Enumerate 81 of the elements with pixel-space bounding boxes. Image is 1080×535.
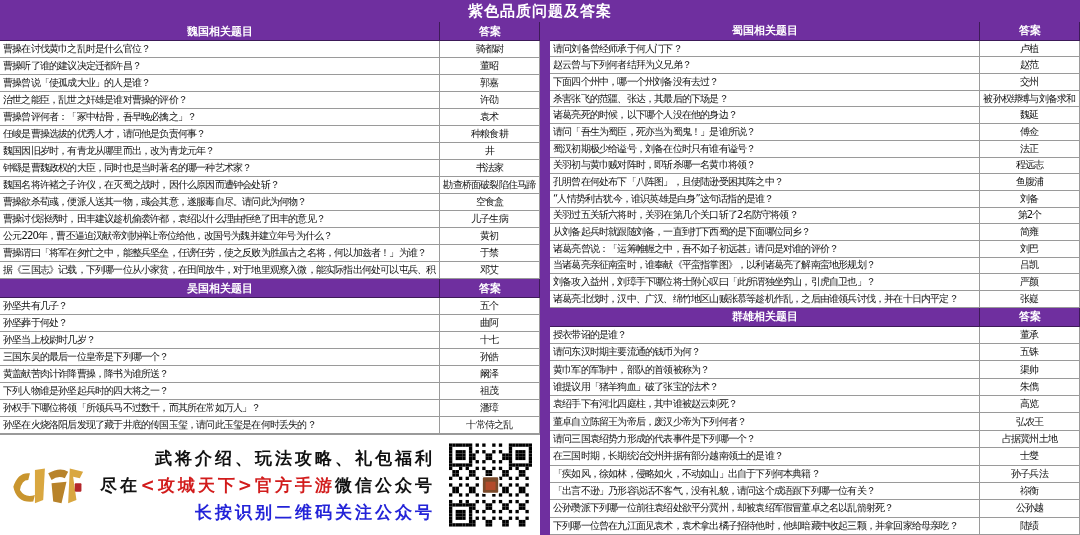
answer-cell: 赵范 <box>980 57 1080 75</box>
answer-cell: 书法家 <box>440 160 540 177</box>
answer-cell: 严颜 <box>980 274 1080 291</box>
question-cell: 赵云曾与下列何者结拜为义兄弟？ <box>550 57 980 75</box>
answer-cell: 简雍 <box>980 224 1080 241</box>
answer-cell: 骑都尉 <box>440 41 540 58</box>
question-cell: 诸葛亮北伐时，汉中、广汉、绵竹地区山贼张慕等趁机作乱，之后由谁领兵讨伐，并在十日内平定？ <box>550 291 980 308</box>
answer-cell: 董昭 <box>440 58 540 75</box>
answer-cell: 许劭 <box>440 92 540 109</box>
question-cell: 据《三国志》记载，下列哪一位从小家贫，在田间放牛，对于地里观察入微，能实际指出何处可以屯兵、积 <box>0 262 440 279</box>
column-header: 蜀国相关题目 <box>550 22 980 41</box>
question-cell: 黄巾军的军制中，部队的首领被称为？ <box>550 361 980 379</box>
column-header: 答案 <box>440 279 540 298</box>
question-cell: 袁绍手下有河北四庭柱，其中谁被赵云刺死？ <box>550 396 980 414</box>
answer-cell: 交州 <box>980 74 1080 91</box>
question-cell: 曹操听了谁的建议决定迁都许昌？ <box>0 58 440 75</box>
question-cell: 公元220年，曹丕逼迫汉献帝刘协禅让帝位给他，改国号为魏并建立年号为什么？ <box>0 228 440 245</box>
question-cell: 三国东吴的最后一位皇帝是下列哪一个？ <box>0 349 440 366</box>
question-cell: 孙坚共有几子？ <box>0 298 440 315</box>
answer-cell: 儿子生病 <box>440 211 540 228</box>
question-cell: 魏国名将许褚之子许仪，在灭蜀之战时，因什么原因而遭钟会处斩？ <box>0 177 440 194</box>
question-cell: 下面四个州中，哪一个州刘备没有去过？ <box>550 74 980 91</box>
answer-cell: 士燮 <box>980 448 1080 466</box>
question-cell: 魏国因旧岁时，有青龙从哪里而出，改为青龙元年？ <box>0 143 440 160</box>
banner-text: 尽在<攻城天下>官方手游微信公众号 <box>100 473 435 497</box>
question-cell: 孙权手下哪位将领「所领兵马不过数千，而其所在常如万人」？ <box>0 400 440 417</box>
answer-cell: 公孙越 <box>980 500 1080 518</box>
question-cell: 治世之能臣，乱世之奸雄是谁对曹操的评价？ <box>0 92 440 109</box>
answer-cell: 高览 <box>980 396 1080 414</box>
answer-cell: 孙皓 <box>440 349 540 366</box>
answer-cell: 袁术 <box>440 109 540 126</box>
answer-cell: 邓艾 <box>440 262 540 279</box>
question-cell: 孔明曾在何处布下「八阵图」，且使陆逊受困其阵之中？ <box>550 174 980 191</box>
question-cell: 任峻是曹操选拔的优秀人才，请问他是负责何事？ <box>0 126 440 143</box>
question-cell: 曹操曾说「使孤成大业」的人是谁？ <box>0 75 440 92</box>
question-cell: 在三国时期，长期统治交州并据有部分越南领土的是谁？ <box>550 448 980 466</box>
question-cell: 孙坚在火烧洛阳后发现了藏于井底的传国玉玺，请问此玉玺是在何时丢失的？ <box>0 417 440 434</box>
question-cell: 从刘备起兵时就跟随刘备，一直到打下西蜀的是下面哪位同乡？ <box>550 224 980 241</box>
answer-cell: 井 <box>440 143 540 160</box>
question-cell: 请问「吾生为蜀臣，死亦当为蜀鬼！」是谁所说？ <box>550 124 980 141</box>
answer-cell: 曲阿 <box>440 315 540 332</box>
question-cell: 黄盖献苦肉计诈降曹操，降书为谁所送？ <box>0 366 440 383</box>
column-header: 答案 <box>440 22 540 41</box>
answer-cell: 渠帅 <box>980 361 1080 379</box>
answer-cell: 勘查桥面破裂陷住马蹄 <box>440 177 540 194</box>
question-cell: 董卓自立陈留王为帝后，废汉少帝为下列何者？ <box>550 413 980 431</box>
answer-cell: 弘农王 <box>980 413 1080 431</box>
answer-cell: 祖茂 <box>440 383 540 400</box>
answer-cell: 黄初 <box>440 228 540 245</box>
column-header: 答案 <box>980 22 1080 41</box>
answer-cell: 十七 <box>440 332 540 349</box>
question-cell: 下列人物谁是孙坚起兵时的四大将之一？ <box>0 383 440 400</box>
answer-cell: 阚泽 <box>440 366 540 383</box>
question-cell: 公孙瓒派下列哪一位前往袁绍处欲平分冀州，却被袁绍军假冒董卓之名以乱箭射死？ <box>550 500 980 518</box>
question-cell: 曹操曾评何者：「冢中枯骨，吾早晚必擒之」？ <box>0 109 440 126</box>
answer-cell: 十常侍之乱 <box>440 417 540 434</box>
question-cell: 请问东汉时期主要流通的钱币为何？ <box>550 344 980 362</box>
answer-cell: 五铢 <box>980 344 1080 362</box>
answer-cell: 五个 <box>440 298 540 315</box>
question-cell: 曹操欲杀荀彧，便派人送其一物，彧会其意，遂服毒自尽。请问此为何物？ <box>0 194 440 211</box>
answer-cell: 种粮食耕 <box>440 126 540 143</box>
question-cell: 刘备攻入益州，刘璋手下哪位将士附心叹曰「此所谓独坐穷山，引虎自卫也」？ <box>550 274 980 291</box>
question-cell: 钟繇是曹魏政权的大臣，同时也是当时著名的哪一种艺术家？ <box>0 160 440 177</box>
answer-cell: 郭嘉 <box>440 75 540 92</box>
banner-text: 武将介绍、玩法攻略、礼包福利 <box>154 446 435 470</box>
answer-cell: 鱼腹浦 <box>980 174 1080 191</box>
answer-cell: 空食盒 <box>440 194 540 211</box>
banner-text: 长按识别二维码关注公众号 <box>194 500 435 524</box>
question-cell: 孙坚当上校尉时几岁？ <box>0 332 440 349</box>
answer-cell: 潘璋 <box>440 400 540 417</box>
answer-cell: 傅佥 <box>980 124 1080 141</box>
question-cell: 曹操谓曰「将军在匆忙之中，能整兵坚垒，任谤任劳，使之反败为胜虽古之名将，何以加兹者！」为谁？ <box>0 245 440 262</box>
column-header: 魏国相关题目 <box>0 22 440 41</box>
column-header: 吴国相关题目 <box>0 279 440 298</box>
answer-cell: 魏延 <box>980 107 1080 125</box>
question-cell: 曹操讨伐张绣时，田丰建议趁机偷袭许都，袁绍以什么理由拒绝了田丰的意见？ <box>0 211 440 228</box>
question-cell: 孙坚葬于何处？ <box>0 315 440 332</box>
answer-cell: 张嶷 <box>980 291 1080 308</box>
question-cell: 诸葛亮死的时候，以下哪个人没在他的身边？ <box>550 107 980 125</box>
answer-cell: 于禁 <box>440 245 540 262</box>
question-cell: 曹操在讨伐黄巾之乱时是什么官位？ <box>0 41 440 58</box>
